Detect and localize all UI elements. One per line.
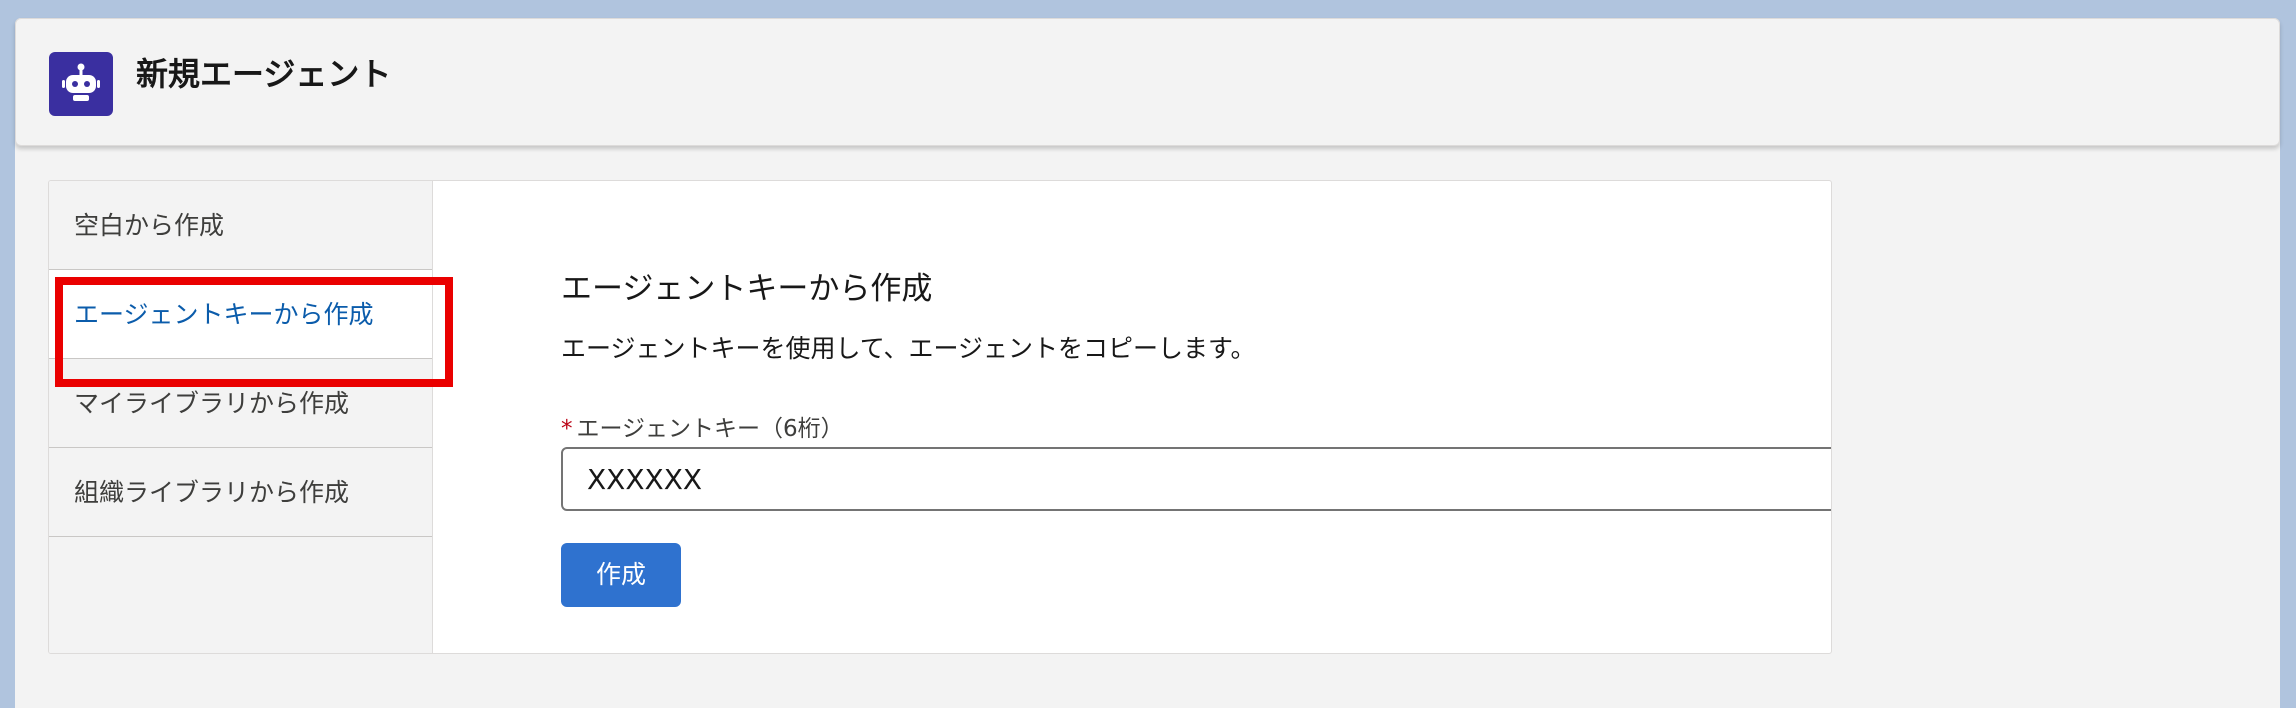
robot-icon (49, 52, 113, 116)
nav-item-create-blank[interactable]: 空白から作成 (49, 181, 432, 270)
nav-item-create-from-org-library[interactable]: 組織ライブラリから作成 (49, 448, 432, 537)
nav-item-create-from-my-library[interactable]: マイライブラリから作成 (49, 359, 432, 448)
section-title: エージェントキーから作成 (561, 271, 933, 307)
nav-item-create-from-agent-key[interactable]: エージェントキーから作成 (49, 270, 432, 359)
create-button[interactable]: 作成 (561, 543, 681, 607)
required-mark: * (561, 416, 573, 442)
vertical-navigation: 空白から作成 エージェントキーから作成 マイライブラリから作成 組織ライブラリか… (49, 181, 433, 653)
section-description: エージェントキーを使用して、エージェントをコピーします。 (561, 334, 1256, 363)
agent-key-label-text: エージェントキー（6桁） (576, 416, 844, 442)
agent-creation-card: 空白から作成 エージェントキーから作成 マイライブラリから作成 組織ライブラリか… (48, 180, 1832, 654)
page-header: 新規エージェント (15, 18, 2280, 146)
card-footer-area (48, 654, 1832, 688)
page-title: 新規エージェント (136, 55, 392, 93)
agent-key-label: * エージェントキー（6桁） (561, 409, 844, 443)
agent-key-input[interactable] (561, 447, 1831, 511)
